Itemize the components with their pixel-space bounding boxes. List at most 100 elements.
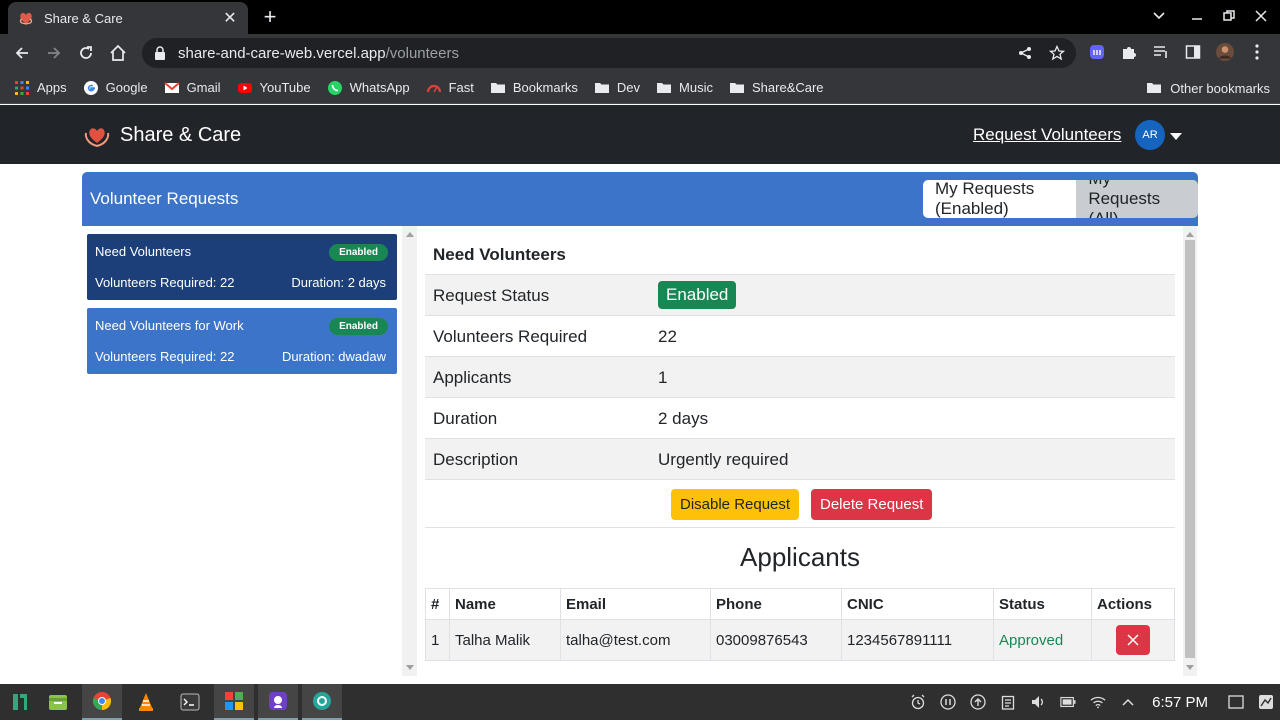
bookmark-apps[interactable]: Apps: [14, 80, 67, 96]
bookmark-folder-sharecare[interactable]: Share&Care: [729, 80, 824, 96]
my-requests-all-button[interactable]: My Requests (All): [1076, 180, 1198, 218]
folder-icon: [490, 82, 505, 93]
scroll-up-arrow-icon[interactable]: [406, 232, 414, 237]
request-card[interactable]: Need Volunteers for Work Enabled Volunte…: [87, 308, 397, 374]
remove-applicant-button[interactable]: [1116, 625, 1150, 655]
scroll-up-arrow-icon[interactable]: [1186, 232, 1194, 237]
bookmark-label: Other bookmarks: [1170, 80, 1270, 96]
app-navbar: Share & Care Request Volunteers AR: [0, 105, 1280, 164]
bookmark-star-icon[interactable]: [1048, 44, 1066, 62]
request-volunteers-link[interactable]: Request Volunteers: [973, 125, 1121, 145]
share-icon[interactable]: [1016, 44, 1034, 62]
side-panel-icon[interactable]: [1184, 43, 1202, 61]
request-title: Need Volunteers: [95, 244, 192, 259]
scroll-down-arrow-icon[interactable]: [1186, 665, 1194, 670]
notifications-icon[interactable]: [1258, 694, 1274, 710]
request-duration: Duration: 2 days: [291, 275, 386, 290]
request-card[interactable]: Need Volunteers Enabled Volunteers Requi…: [87, 234, 397, 300]
folder-icon: [657, 82, 672, 93]
chrome-menu-icon[interactable]: [1248, 43, 1266, 61]
detail-label: Request Status: [433, 286, 550, 305]
scroll-down-arrow-icon[interactable]: [406, 665, 414, 670]
detail-row-applicants: Applicants 1: [425, 356, 1175, 397]
reading-list-icon[interactable]: [1152, 43, 1170, 61]
scrollbar-thumb[interactable]: [1185, 240, 1195, 658]
my-requests-enabled-button[interactable]: My Requests (Enabled): [923, 180, 1077, 218]
reload-icon[interactable]: [75, 42, 97, 64]
volume-icon[interactable]: [1030, 694, 1046, 710]
chrome-taskbar-icon[interactable]: [82, 684, 122, 720]
battery-icon[interactable]: [1060, 694, 1076, 710]
bookmark-fast[interactable]: Fast: [426, 80, 474, 96]
bookmark-folder-dev[interactable]: Dev: [594, 80, 640, 96]
url-path: /volunteers: [385, 44, 459, 62]
gmail-icon: [163, 81, 180, 93]
request-list-scrollbar[interactable]: [402, 226, 417, 676]
start-menu-icon[interactable]: [0, 684, 40, 720]
clock[interactable]: 6:57 PM: [1152, 694, 1208, 711]
detail-scrollbar[interactable]: [1183, 226, 1197, 676]
bookmark-folder-bookmarks[interactable]: Bookmarks: [490, 80, 578, 96]
delete-request-button[interactable]: Delete Request: [811, 489, 933, 520]
bookmark-label: Fast: [448, 80, 474, 95]
applicants-table: # Name Email Phone CNIC Status Actions 1…: [425, 588, 1175, 661]
forward-arrow-icon[interactable]: [43, 42, 65, 64]
new-tab-icon[interactable]: +: [260, 6, 280, 28]
disable-request-button[interactable]: Disable Request: [671, 489, 800, 520]
bookmark-label: YouTube: [259, 80, 311, 95]
bookmark-label: Music: [679, 80, 713, 95]
bookmark-other[interactable]: Other bookmarks: [1146, 80, 1270, 96]
extensions-puzzle-icon[interactable]: [1120, 43, 1138, 61]
back-arrow-icon[interactable]: [11, 42, 33, 64]
tray-chevron-up-icon[interactable]: [1120, 694, 1136, 710]
table-row: 1 Talha Malik talha@test.com 03009876543…: [425, 619, 1175, 661]
detail-label: Applicants: [433, 368, 512, 387]
bookmark-google[interactable]: Google: [83, 80, 148, 96]
close-window-icon[interactable]: [1251, 6, 1271, 26]
bookmark-folder-music[interactable]: Music: [656, 80, 713, 96]
share-care-favicon-icon: [19, 12, 33, 25]
show-desktop-icon[interactable]: [1228, 694, 1244, 710]
pause-icon[interactable]: [940, 694, 956, 710]
close-icon: [1127, 634, 1139, 646]
bookmark-gmail[interactable]: Gmail: [163, 80, 221, 96]
tab-title: Share & Care: [44, 10, 123, 26]
volunteer-requests-header: Volunteer Requests My Requests (Enabled)…: [82, 172, 1198, 226]
github-desktop-icon[interactable]: [258, 684, 298, 720]
alarm-icon[interactable]: [910, 694, 926, 710]
minimize-icon[interactable]: [1187, 6, 1207, 26]
bookmark-label: WhatsApp: [349, 80, 410, 95]
clipboard-icon[interactable]: [1000, 694, 1016, 710]
apps-grid-icon: [15, 80, 29, 95]
brand-link[interactable]: Share & Care: [83, 121, 241, 149]
status-badge: Enabled: [329, 318, 388, 335]
vlc-icon[interactable]: [126, 684, 166, 720]
wifi-icon[interactable]: [1090, 694, 1106, 710]
detail-label: Description: [433, 450, 519, 469]
restore-icon[interactable]: [1219, 6, 1239, 26]
applicant-status: Approved: [993, 619, 1092, 661]
profile-avatar-icon[interactable]: [1216, 43, 1234, 61]
folder-icon: [730, 82, 744, 93]
bookmark-youtube[interactable]: YouTube: [237, 80, 311, 96]
update-icon[interactable]: [970, 694, 986, 710]
user-avatar[interactable]: AR: [1135, 120, 1165, 150]
extension-mastodon-icon[interactable]: [1088, 43, 1106, 61]
tab-search-chevron-icon[interactable]: [1149, 6, 1169, 26]
user-menu-caret-icon[interactable]: [1170, 133, 1182, 140]
detail-row-duration: Duration 2 days: [425, 397, 1175, 438]
detail-value: Urgently required: [658, 450, 789, 469]
software-center-icon[interactable]: [214, 684, 254, 720]
request-duration: Duration: dwadaw: [281, 349, 386, 364]
address-bar[interactable]: share-and-care-web.vercel.app/volunteers: [142, 38, 1076, 68]
bookmark-whatsapp[interactable]: WhatsApp: [327, 80, 410, 96]
app-settings-icon[interactable]: [302, 684, 342, 720]
tab-close-icon[interactable]: ✕: [222, 8, 238, 28]
terminal-icon[interactable]: [170, 684, 210, 720]
file-manager-icon[interactable]: [38, 684, 78, 720]
bookmark-label: Dev: [616, 80, 641, 95]
browser-tab[interactable]: Share & Care ✕: [8, 2, 248, 34]
home-icon[interactable]: [107, 42, 129, 64]
detail-row-description: Description Urgently required: [425, 438, 1175, 479]
detail-value: 1: [658, 368, 668, 387]
